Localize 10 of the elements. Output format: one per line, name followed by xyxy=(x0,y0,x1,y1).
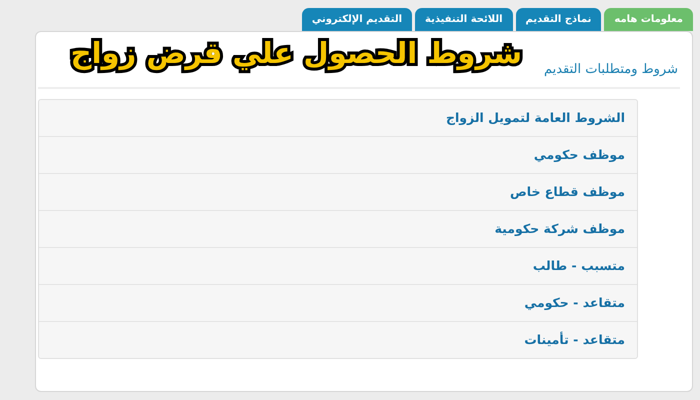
list-item[interactable]: متقاعد - تأمينات xyxy=(39,321,637,358)
list-item[interactable]: الشروط العامة لتمويل الزواج xyxy=(39,100,637,136)
list-item[interactable]: متسبب - طالب xyxy=(39,247,637,284)
tab[interactable]: نماذج التقديم xyxy=(516,8,602,31)
tab[interactable]: اللائحة التنفيذية xyxy=(415,8,513,31)
list-item[interactable]: موظف حكومي xyxy=(39,136,637,173)
list-item[interactable]: موظف قطاع خاص xyxy=(39,173,637,210)
tab[interactable]: التقديم الإلكتروني xyxy=(302,8,412,31)
list-item[interactable]: موظف شركة حكومية xyxy=(39,210,637,247)
list-item[interactable]: متقاعد - حكومي xyxy=(39,284,637,321)
